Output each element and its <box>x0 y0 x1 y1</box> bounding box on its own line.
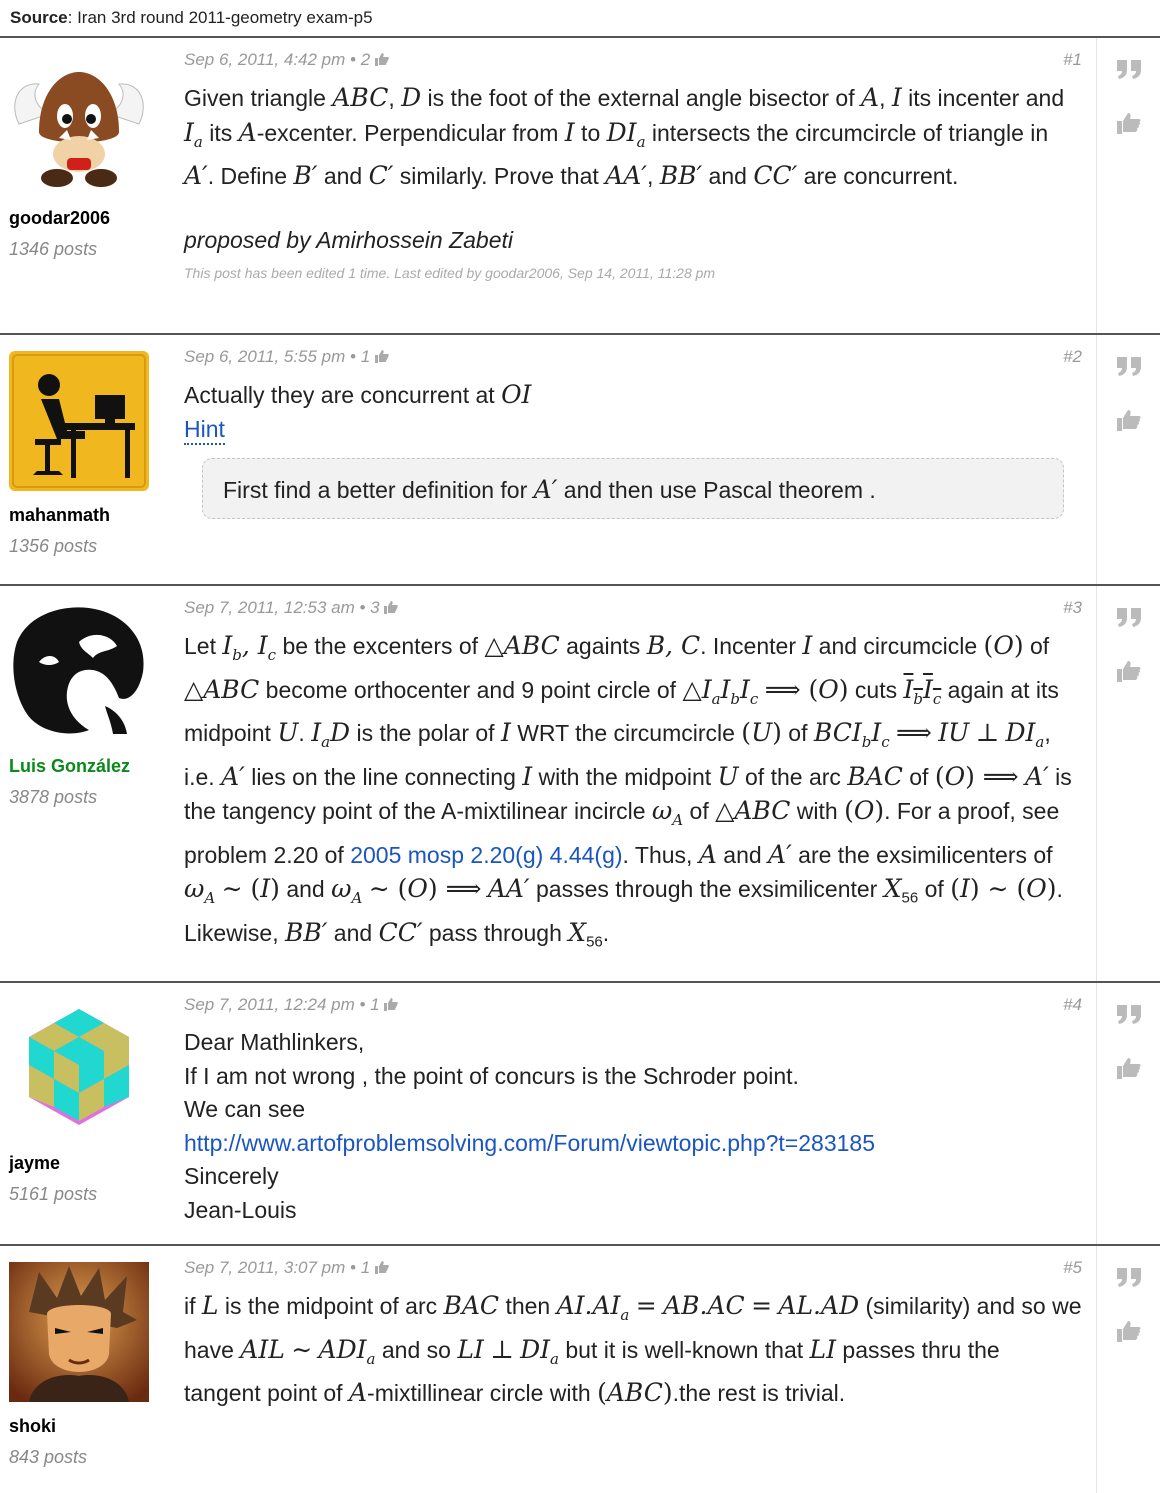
post-count: 843 posts <box>9 1447 88 1467</box>
username[interactable]: shoki <box>9 1416 170 1437</box>
user-panel: goodar2006 1346 posts <box>0 38 170 333</box>
text-line: Sincerely <box>184 1163 279 1189</box>
thumbs-up-icon[interactable] <box>1116 660 1142 682</box>
thumbs-up-icon <box>374 1261 389 1274</box>
post-meta: Sep 7, 2011, 12:53 am • 3 <box>184 598 1082 624</box>
post-actions <box>1096 1246 1160 1493</box>
post-body: Sep 7, 2011, 12:24 pm • 1 #4 Dear Mathli… <box>170 983 1096 1244</box>
username[interactable]: jayme <box>9 1153 170 1174</box>
post-text: Actually they are concurrent at OI <box>184 380 532 409</box>
post-text: Dear Mathlinkers, If I am not wrong , th… <box>184 1026 1082 1227</box>
post-count: 3878 posts <box>9 787 98 807</box>
post-number[interactable]: #3 <box>1063 598 1082 618</box>
post-text: Given triangle ABC, D is the foot of the… <box>184 83 1065 190</box>
quote-icon[interactable] <box>1116 1266 1142 1288</box>
thumbs-up-icon <box>374 350 389 363</box>
quote-icon[interactable] <box>1116 355 1142 377</box>
source-bar: Source: Iran 3rd round 2011-geometry exa… <box>0 0 1160 38</box>
hint-box: First find a better definition for A′ an… <box>202 458 1064 519</box>
post-number[interactable]: #4 <box>1063 995 1082 1015</box>
post-timestamp: Sep 7, 2011, 12:53 am • 3 <box>184 598 380 617</box>
post-actions <box>1096 586 1160 981</box>
thumbs-up-icon[interactable] <box>1116 1057 1142 1079</box>
post-text: Let Ib, Ic be the excenters of △ABC agai… <box>184 631 1072 951</box>
user-panel: shoki 843 posts <box>0 1246 170 1493</box>
post-meta: Sep 7, 2011, 3:07 pm • 1 <box>184 1258 1082 1284</box>
post-number[interactable]: #5 <box>1063 1258 1082 1278</box>
post-body: Sep 6, 2011, 4:42 pm • 2 #1 Given triang… <box>170 38 1096 333</box>
hint-toggle[interactable]: Hint <box>184 415 225 445</box>
thumbs-up-icon <box>384 601 399 614</box>
post-body: Sep 7, 2011, 3:07 pm • 1 #5 if L is the … <box>170 1246 1096 1493</box>
post-actions <box>1096 38 1160 333</box>
topic-link[interactable]: http://www.artofproblemsolving.com/Forum… <box>184 1127 1082 1161</box>
thumbs-up-icon <box>374 53 389 66</box>
text-line: Jean-Louis <box>184 1196 297 1223</box>
cube-pattern-avatar <box>9 999 149 1139</box>
post-actions <box>1096 335 1160 584</box>
anime-face-avatar <box>9 1262 149 1402</box>
face-sketch-avatar <box>9 602 149 742</box>
proposed-by: proposed by Amirhossein Zabeti <box>184 226 513 253</box>
source-text: : Iran 3rd round 2011-geometry exam-p5 <box>67 8 373 27</box>
post-actions <box>1096 983 1160 1244</box>
post-meta: Sep 6, 2011, 4:42 pm • 2 <box>184 50 1082 76</box>
quote-icon[interactable] <box>1116 58 1142 80</box>
user-panel: Luis González 3878 posts <box>0 586 170 981</box>
user-panel: mahanmath 1356 posts <box>0 335 170 584</box>
text-line: If I am not wrong , the point of concurs… <box>184 1062 799 1089</box>
post: shoki 843 posts Sep 7, 2011, 3:07 pm • 1… <box>0 1246 1160 1493</box>
post-count: 1356 posts <box>9 536 98 556</box>
post-count: 1346 posts <box>9 239 98 259</box>
post: jayme 5161 posts Sep 7, 2011, 12:24 pm •… <box>0 983 1160 1246</box>
quote-icon[interactable] <box>1116 606 1142 628</box>
post-body: Sep 7, 2011, 12:53 am • 3 #3 Let Ib, Ic … <box>170 586 1096 981</box>
post-meta: Sep 7, 2011, 12:24 pm • 1 <box>184 995 1082 1021</box>
thumbs-up-icon[interactable] <box>1116 409 1142 431</box>
post: Luis González 3878 posts Sep 7, 2011, 12… <box>0 586 1160 983</box>
thumbs-up-icon[interactable] <box>1116 112 1142 134</box>
post-timestamp: Sep 7, 2011, 12:24 pm • 1 <box>184 995 380 1014</box>
text-line: Dear Mathlinkers, <box>184 1029 365 1055</box>
winged-goomba-avatar <box>14 72 144 187</box>
post-timestamp: Sep 6, 2011, 5:55 pm • 1 <box>184 347 371 366</box>
post-timestamp: Sep 6, 2011, 4:42 pm • 2 <box>184 50 371 69</box>
username[interactable]: mahanmath <box>9 505 170 526</box>
edit-note: This post has been edited 1 time. Last e… <box>184 265 716 281</box>
thumbs-up-icon[interactable] <box>1116 1320 1142 1342</box>
username[interactable]: Luis González <box>9 756 170 777</box>
post-meta: Sep 6, 2011, 5:55 pm • 1 <box>184 347 1082 373</box>
user-panel: jayme 5161 posts <box>0 983 170 1244</box>
post-body: Sep 6, 2011, 5:55 pm • 1 #2 Actually the… <box>170 335 1096 584</box>
source-label: Source <box>10 8 68 27</box>
post: goodar2006 1346 posts Sep 6, 2011, 4:42 … <box>0 38 1160 335</box>
thumbs-up-icon <box>384 998 399 1011</box>
text-line: We can see <box>184 1096 306 1122</box>
post-number[interactable]: #1 <box>1063 50 1082 70</box>
post: mahanmath 1356 posts Sep 6, 2011, 5:55 p… <box>0 335 1160 586</box>
username[interactable]: goodar2006 <box>9 208 170 229</box>
desk-worker-avatar <box>9 351 149 491</box>
post-number[interactable]: #2 <box>1063 347 1082 367</box>
post-count: 5161 posts <box>9 1184 98 1204</box>
post-text: if L is the midpoint of arc BAC then AI.… <box>184 1291 1082 1407</box>
post-timestamp: Sep 7, 2011, 3:07 pm • 1 <box>184 1258 371 1277</box>
reference-link[interactable]: 2005 mosp 2.20(g) 4.44(g) <box>350 842 622 868</box>
quote-icon[interactable] <box>1116 1003 1142 1025</box>
